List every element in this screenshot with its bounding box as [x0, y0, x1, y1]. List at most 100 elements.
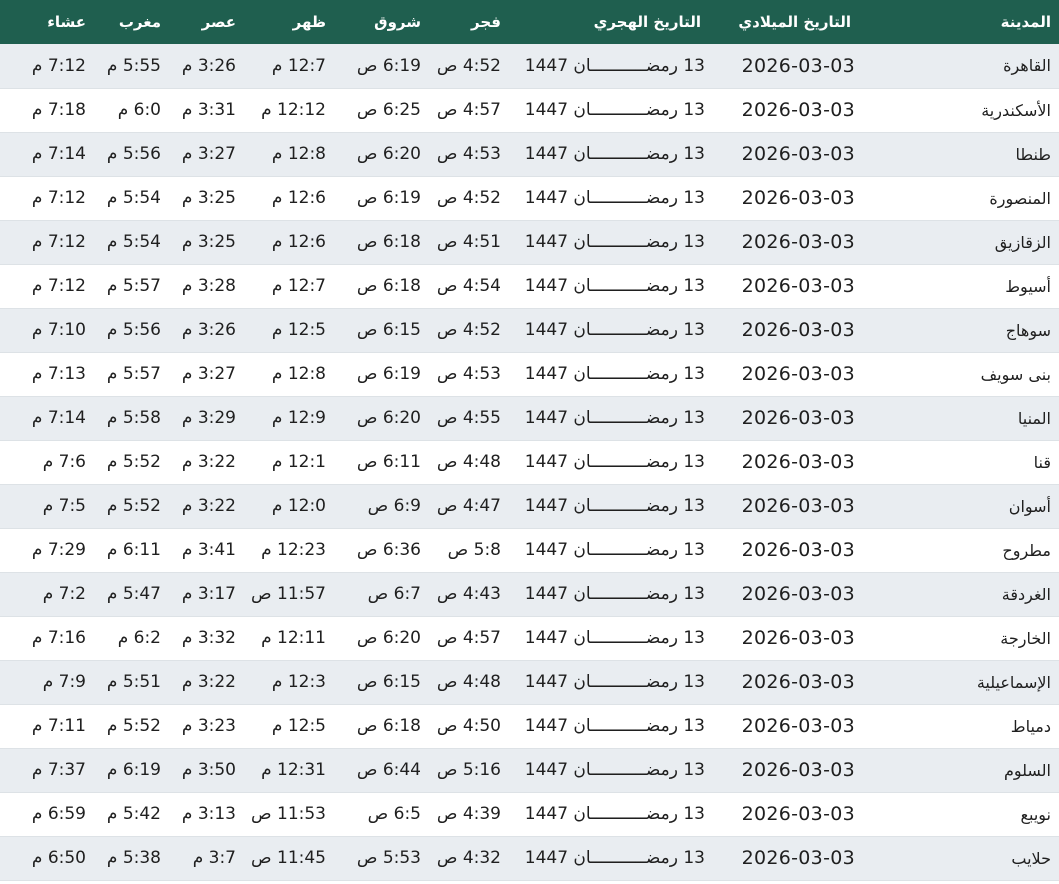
cell-dhuhr: 12:6 م: [244, 220, 334, 265]
cell-isha: 7:29 م: [0, 528, 94, 573]
cell-hijri-date: 13 رمضـــــــــــان 1447: [509, 484, 709, 529]
table-row: سوهاج 2026-03-03 13 رمضـــــــــــان 1447 4…: [0, 308, 1059, 353]
cell-city: قنا: [859, 440, 1059, 485]
cell-gregorian-date: 2026-03-03: [709, 440, 859, 485]
cell-isha: 7:10 م: [0, 308, 94, 353]
cell-asr: 3:17 م: [169, 572, 244, 617]
cell-hijri-date: 13 رمضـــــــــــان 1447: [509, 176, 709, 221]
table-header: المدينة التاريخ الميلادي التاريخ الهجري …: [0, 0, 1059, 44]
cell-gregorian-date: 2026-03-03: [709, 44, 859, 89]
cell-dhuhr: 11:53 ص: [244, 792, 334, 837]
cell-fajr: 5:16 ص: [429, 748, 509, 793]
cell-dhuhr: 12:0 م: [244, 484, 334, 529]
table-row: الخارجة 2026-03-03 13 رمضـــــــــــان 144…: [0, 616, 1059, 661]
cell-fajr: 4:57 ص: [429, 616, 509, 661]
cell-hijri-date: 13 رمضـــــــــــان 1447: [509, 132, 709, 177]
cell-dhuhr: 12:11 م: [244, 616, 334, 661]
header-row: المدينة التاريخ الميلادي التاريخ الهجري …: [0, 0, 1059, 44]
cell-hijri-date: 13 رمضـــــــــــان 1447: [509, 440, 709, 485]
cell-isha: 7:2 م: [0, 572, 94, 617]
cell-sunrise: 6:15 ص: [334, 660, 429, 705]
table-row: نويبع 2026-03-03 13 رمضـــــــــــان 1447 4…: [0, 792, 1059, 837]
cell-sunrise: 6:25 ص: [334, 88, 429, 133]
cell-isha: 7:14 م: [0, 396, 94, 441]
cell-isha: 7:13 م: [0, 352, 94, 397]
cell-fajr: 4:51 ص: [429, 220, 509, 265]
cell-gregorian-date: 2026-03-03: [709, 704, 859, 749]
cell-gregorian-date: 2026-03-03: [709, 88, 859, 133]
table-row: المنصورة 2026-03-03 13 رمضـــــــــــان 14…: [0, 176, 1059, 221]
cell-isha: 7:5 م: [0, 484, 94, 529]
cell-fajr: 4:54 ص: [429, 264, 509, 309]
cell-gregorian-date: 2026-03-03: [709, 616, 859, 661]
cell-maghrib: 5:57 م: [94, 264, 169, 309]
cell-asr: 3:22 م: [169, 440, 244, 485]
cell-maghrib: 5:54 م: [94, 176, 169, 221]
cell-city: السلوم: [859, 748, 1059, 793]
cell-hijri-date: 13 رمضـــــــــــان 1447: [509, 308, 709, 353]
cell-maghrib: 6:19 م: [94, 748, 169, 793]
cell-isha: 7:12 م: [0, 264, 94, 309]
table-row: الغردقة 2026-03-03 13 رمضـــــــــــان 144…: [0, 572, 1059, 617]
cell-maghrib: 5:38 م: [94, 836, 169, 881]
cell-asr: 3:13 م: [169, 792, 244, 837]
cell-sunrise: 6:7 ص: [334, 572, 429, 617]
cell-fajr: 4:55 ص: [429, 396, 509, 441]
cell-city: الزقازيق: [859, 220, 1059, 265]
cell-asr: 3:7 م: [169, 836, 244, 881]
cell-asr: 3:32 م: [169, 616, 244, 661]
cell-city: المنيا: [859, 396, 1059, 441]
cell-city: طنطا: [859, 132, 1059, 177]
table-row: المنيا 2026-03-03 13 رمضـــــــــــان 1447…: [0, 396, 1059, 441]
cell-dhuhr: 12:31 م: [244, 748, 334, 793]
table-row: بنى سويف 2026-03-03 13 رمضـــــــــــان 14…: [0, 352, 1059, 397]
cell-city: بنى سويف: [859, 352, 1059, 397]
cell-sunrise: 6:19 ص: [334, 176, 429, 221]
table-row: الإسماعيلية 2026-03-03 13 رمضـــــــــــان…: [0, 660, 1059, 705]
cell-fajr: 4:53 ص: [429, 352, 509, 397]
cell-hijri-date: 13 رمضـــــــــــان 1447: [509, 264, 709, 309]
cell-maghrib: 6:11 م: [94, 528, 169, 573]
table-body: القاهرة 2026-03-03 13 رمضـــــــــــان 144…: [0, 44, 1059, 881]
cell-sunrise: 6:20 ص: [334, 132, 429, 177]
cell-isha: 7:14 م: [0, 132, 94, 177]
table-row: أسيوط 2026-03-03 13 رمضـــــــــــان 1447 4…: [0, 264, 1059, 309]
cell-fajr: 5:8 ص: [429, 528, 509, 573]
cell-hijri-date: 13 رمضـــــــــــان 1447: [509, 396, 709, 441]
cell-hijri-date: 13 رمضـــــــــــان 1447: [509, 836, 709, 881]
cell-city: دمياط: [859, 704, 1059, 749]
cell-city: الأسكندرية: [859, 88, 1059, 133]
cell-asr: 3:27 م: [169, 352, 244, 397]
cell-gregorian-date: 2026-03-03: [709, 528, 859, 573]
cell-sunrise: 6:18 ص: [334, 220, 429, 265]
cell-dhuhr: 12:3 م: [244, 660, 334, 705]
cell-sunrise: 6:5 ص: [334, 792, 429, 837]
cell-hijri-date: 13 رمضـــــــــــان 1447: [509, 528, 709, 573]
cell-isha: 7:18 م: [0, 88, 94, 133]
cell-sunrise: 6:44 ص: [334, 748, 429, 793]
cell-dhuhr: 12:5 م: [244, 308, 334, 353]
cell-isha: 7:6 م: [0, 440, 94, 485]
cell-asr: 3:28 م: [169, 264, 244, 309]
cell-gregorian-date: 2026-03-03: [709, 308, 859, 353]
cell-gregorian-date: 2026-03-03: [709, 132, 859, 177]
cell-fajr: 4:50 ص: [429, 704, 509, 749]
cell-gregorian-date: 2026-03-03: [709, 352, 859, 397]
cell-maghrib: 5:57 م: [94, 352, 169, 397]
cell-city: المنصورة: [859, 176, 1059, 221]
cell-sunrise: 6:15 ص: [334, 308, 429, 353]
cell-hijri-date: 13 رمضـــــــــــان 1447: [509, 88, 709, 133]
prayer-times-table: المدينة التاريخ الميلادي التاريخ الهجري …: [0, 0, 1059, 881]
header-fajr: فجر: [471, 13, 501, 31]
cell-maghrib: 5:56 م: [94, 308, 169, 353]
cell-dhuhr: 11:45 ص: [244, 836, 334, 881]
cell-maghrib: 5:52 م: [94, 704, 169, 749]
cell-dhuhr: 12:8 م: [244, 352, 334, 397]
cell-maghrib: 5:58 م: [94, 396, 169, 441]
cell-isha: 7:9 م: [0, 660, 94, 705]
table-row: حلايب 2026-03-03 13 رمضـــــــــــان 1447 4…: [0, 836, 1059, 881]
cell-sunrise: 6:19 ص: [334, 352, 429, 397]
cell-gregorian-date: 2026-03-03: [709, 484, 859, 529]
cell-asr: 3:25 م: [169, 176, 244, 221]
cell-dhuhr: 12:12 م: [244, 88, 334, 133]
